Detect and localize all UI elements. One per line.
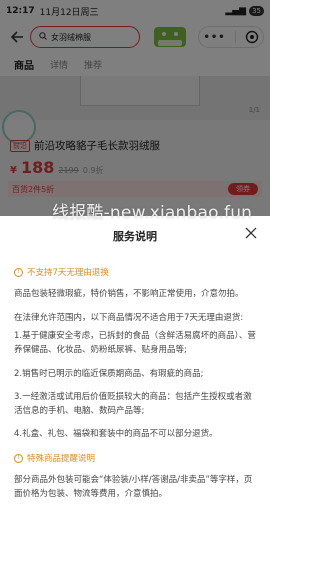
section-heading-no-return: ! 不支持7天无理由退换 (14, 266, 109, 278)
section1-p1: 商品包装轻微瑕疵，特价销售，不影响正常使用，介意勿拍。 (14, 289, 244, 299)
section1-p6: 4.礼盒、礼包、福袋和套装中的商品不可以部分退货。 (14, 429, 218, 439)
warning-icon: ! (14, 453, 23, 463)
section2-p1: 部分商品外包装可能会“体验装/小样/答谢品/非卖品”等字样，页面价格为包装、物流… (14, 475, 253, 499)
section1-p5: 3.一经激活或试用后价值贬损较大的商品：包括产生授权或者激活信息的手机、电脑、数… (14, 392, 252, 416)
modal-backdrop[interactable] (0, 0, 270, 216)
section2-heading: 特殊商品提醒说明 (27, 454, 96, 464)
watermark-text: 线报酷-new.xianbao.fun (52, 203, 253, 223)
section1-p4: 2.销售时已明示的临近保质期商品、有瑕疵的商品; (14, 369, 204, 379)
warning-icon: ! (14, 267, 23, 277)
sheet-title: 服务说明 (113, 230, 157, 243)
section1-p3: 1.基于健康安全考虑，已拆封的食品（含鲜活易腐坏的商品）、营养保健品、化妆品、奶… (14, 331, 256, 355)
section-heading-special: ! 特殊商品提醒说明 (14, 452, 95, 464)
close-icon[interactable] (244, 226, 258, 240)
section1-heading: 不支持7天无理由退换 (27, 268, 109, 278)
section1-p2: 在法律允许范围内，以下商品情况不适合用于7天无理由退货: (14, 313, 244, 323)
service-sheet: 服务说明 ! 不支持7天无理由退换 商品包装轻微瑕疵，特价销售，不影响正常使用，… (0, 216, 270, 579)
